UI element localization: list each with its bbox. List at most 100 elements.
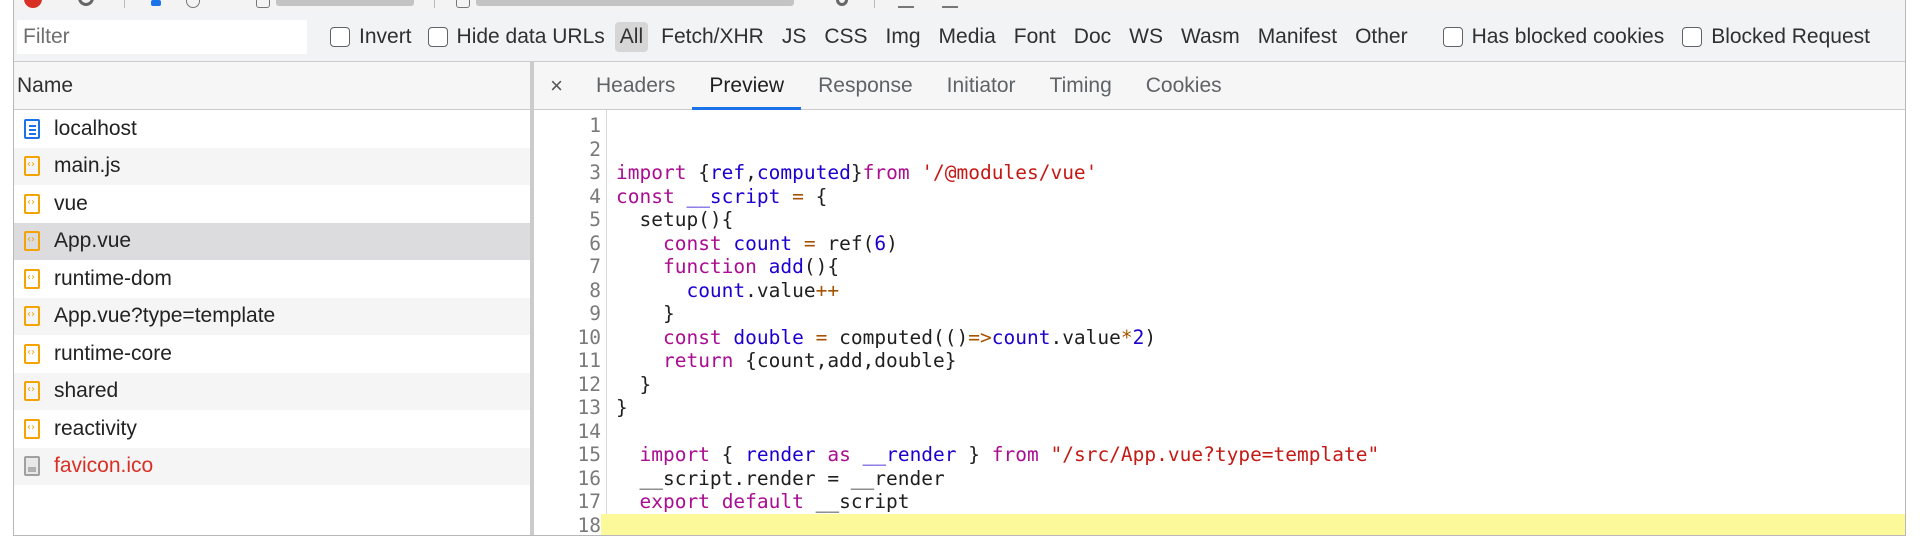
type-filter-other[interactable]: Other [1350, 22, 1413, 52]
code-token: const [616, 184, 675, 208]
request-name: shared [54, 379, 119, 403]
request-row-shared[interactable]: shared [14, 372, 530, 410]
blocked-requests-label: Blocked Request [1711, 24, 1870, 48]
request-row-runtime-dom[interactable]: runtime-dom [14, 260, 530, 298]
invert-checkbox[interactable] [330, 26, 350, 47]
type-filter-doc[interactable]: Doc [1069, 22, 1116, 52]
code-token: export [639, 490, 710, 514]
code-line: 2 [534, 138, 1905, 162]
record-icon[interactable] [24, 0, 42, 8]
clear-icon[interactable] [78, 0, 94, 6]
request-name: main.js [54, 154, 121, 178]
line-number: 9 [589, 302, 601, 326]
hide-data-urls-checkbox[interactable] [427, 26, 448, 47]
code-token: .value [1050, 325, 1121, 349]
hide-data-urls-option[interactable]: Hide data URLs [427, 24, 605, 49]
export-har-icon[interactable] [942, 0, 958, 8]
code-token: ref [709, 161, 746, 185]
code-preview[interactable]: 1 2 3 import {ref,computed}from '/@modul… [534, 110, 1905, 535]
request-row-runtime-core[interactable]: runtime-core [14, 335, 530, 373]
has-blocked-cookies-option[interactable]: Has blocked cookies [1442, 24, 1665, 49]
code-token: from [991, 443, 1039, 467]
request-row-reactivity[interactable]: reactivity [14, 410, 530, 448]
request-name: App.vue?type=template [54, 304, 276, 328]
code-line: 11 return {count,add,double} [534, 349, 1905, 373]
has-blocked-cookies-label: Has blocked cookies [1471, 24, 1665, 48]
line-number: 14 [577, 419, 601, 443]
type-filter-fetch-xhr[interactable]: Fetch/XHR [656, 22, 769, 52]
preserve-log-label [276, 0, 414, 6]
tab-response[interactable]: Response [801, 62, 930, 109]
code-token: computed(() [827, 325, 969, 349]
code-line: 4 const __script = { [534, 184, 1905, 209]
search-icon[interactable] [186, 0, 200, 8]
request-row-app-vue-template[interactable]: App.vue?type=template [14, 297, 530, 335]
toolbar-divider [874, 0, 875, 8]
request-list-pane: Name localhost main.js vue App.vue runti… [14, 62, 534, 535]
blocked-requests-option[interactable]: Blocked Request [1682, 25, 1870, 49]
type-filter-all[interactable]: All [614, 21, 649, 52]
code-line: 14 [534, 419, 1905, 444]
request-row-main-js[interactable]: main.js [14, 147, 530, 185]
type-filter-ws[interactable]: WS [1124, 22, 1168, 52]
script-icon [24, 193, 40, 214]
line-number: 3 [589, 161, 601, 185]
type-filter-manifest[interactable]: Manifest [1253, 22, 1342, 52]
code-text: return {count,add,double} [616, 349, 957, 372]
tab-preview[interactable]: Preview [692, 62, 801, 110]
hide-data-urls-label: Hide data URLs [456, 24, 605, 48]
code-token: add [768, 255, 804, 279]
filter-icon[interactable] [151, 0, 161, 6]
request-row-vue[interactable]: vue [14, 185, 530, 223]
tab-cookies[interactable]: Cookies [1129, 62, 1239, 109]
name-column-header[interactable]: Name [14, 62, 530, 110]
network-conditions-icon[interactable] [836, 0, 848, 6]
code-token: (){ [803, 255, 840, 279]
request-row-localhost[interactable]: localhost [14, 110, 530, 148]
code-text: function add(){ [616, 255, 839, 278]
request-name: runtime-core [54, 341, 172, 365]
line-number: 6 [589, 231, 601, 255]
import-har-icon[interactable] [898, 0, 914, 8]
code-text: setup(){ [616, 208, 733, 231]
request-row-favicon[interactable]: favicon.ico [14, 447, 530, 485]
invert-option[interactable]: Invert [330, 25, 412, 49]
details-tabs: × Headers Preview Response Initiator Tim… [534, 62, 1905, 110]
disable-cache-checkbox[interactable] [456, 0, 470, 8]
tab-headers[interactable]: Headers [579, 62, 692, 109]
code-line: 1 [534, 114, 1905, 138]
tab-timing[interactable]: Timing [1033, 62, 1129, 109]
code-token: const [662, 231, 722, 255]
script-icon [24, 268, 40, 289]
type-filter-wasm[interactable]: Wasm [1176, 22, 1245, 52]
type-filter-css[interactable]: CSS [819, 22, 872, 52]
filter-bar: Invert Hide data URLs All Fetch/XHR JS C… [14, 12, 1905, 62]
code-token: } [616, 302, 675, 326]
close-icon[interactable]: × [534, 62, 579, 109]
line-number: 4 [589, 184, 601, 208]
type-filter-media[interactable]: Media [934, 22, 1001, 52]
code-token: = [815, 325, 828, 349]
tab-initiator[interactable]: Initiator [930, 62, 1033, 109]
code-token: { [709, 443, 746, 467]
type-filter-img[interactable]: Img [881, 22, 926, 52]
code-token: __script.render = __render [616, 466, 945, 490]
blocked-requests-checkbox[interactable] [1682, 26, 1703, 47]
has-blocked-cookies-checkbox[interactable] [1442, 26, 1463, 47]
request-row-app-vue[interactable]: App.vue [14, 222, 530, 260]
code-token: ) [1144, 325, 1157, 349]
preserve-log-checkbox[interactable] [256, 0, 270, 8]
code-token: } [956, 443, 992, 467]
code-line: 3 import {ref,computed}from '/@modules/v… [534, 161, 1905, 185]
filter-input[interactable] [17, 19, 307, 54]
type-filter-font[interactable]: Font [1009, 22, 1061, 52]
type-filter-js[interactable]: JS [777, 22, 812, 52]
script-icon [24, 231, 40, 252]
code-token: __render [862, 443, 957, 467]
